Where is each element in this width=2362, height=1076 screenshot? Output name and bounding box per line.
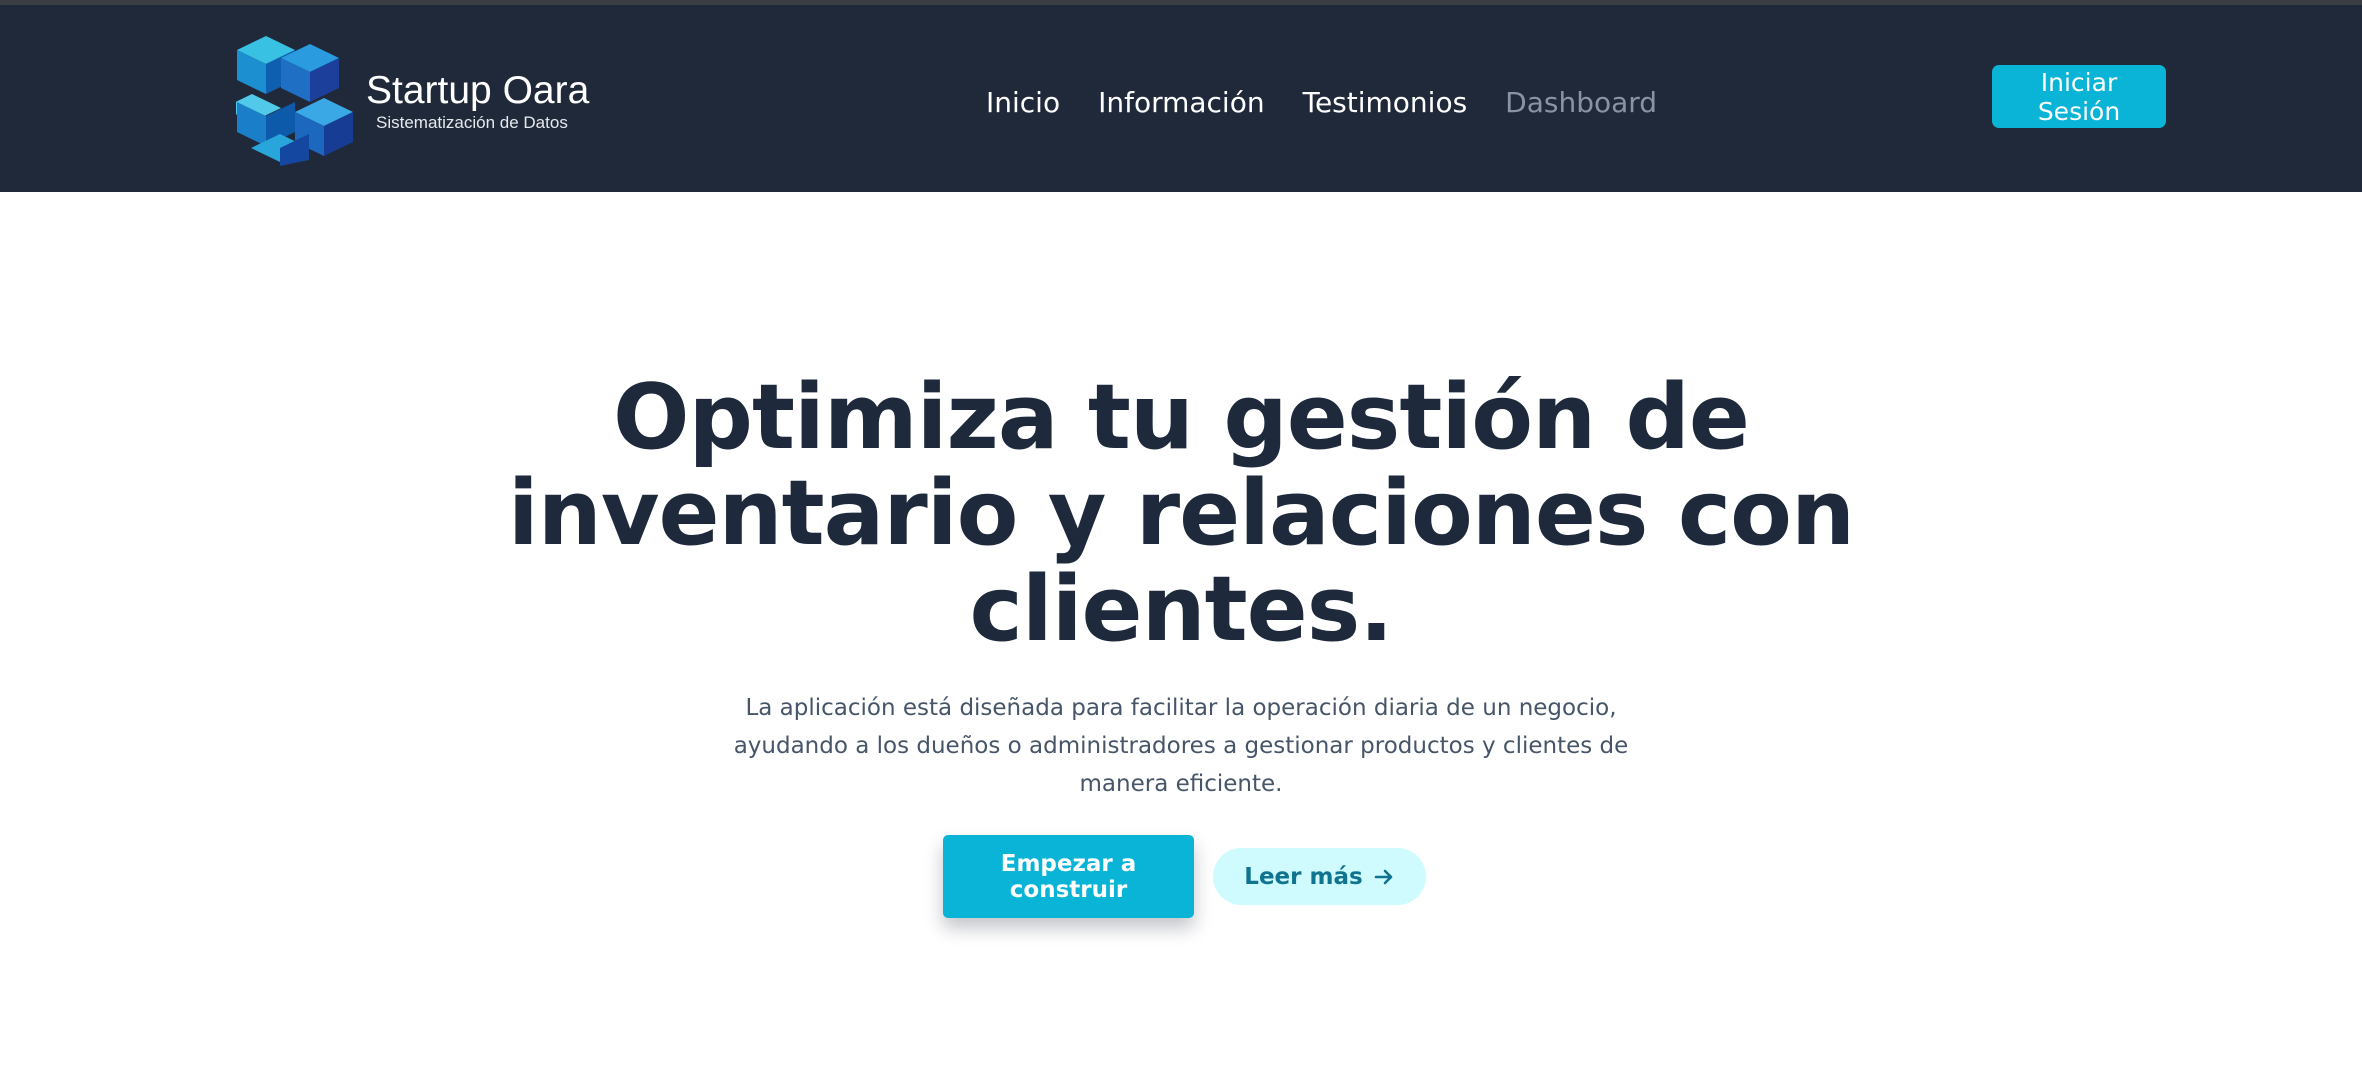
brand-logo-link[interactable]: Startup Oara Sistematización de Datos [236,33,589,169]
hero-title: Optimiza tu gestión de inventario y rela… [507,365,1855,662]
cta-group: Empezar a construir Leer más [943,835,1426,918]
cube-logo-icon [236,36,353,166]
login-button[interactable]: Iniciar Sesión [1992,65,2166,128]
brand-tagline: Sistematización de Datos [376,113,568,132]
read-more-button[interactable]: Leer más [1213,848,1426,905]
hero-section: Optimiza tu gestión de inventario y rela… [0,192,2362,1076]
main-nav: Inicio Información Testimonios Dashboard [986,85,1657,121]
arrow-right-icon [1374,869,1392,884]
nav-link-testimonios[interactable]: Testimonios [1303,85,1468,121]
start-building-button[interactable]: Empezar a construir [943,835,1194,918]
nav-link-inicio[interactable]: Inicio [986,85,1060,121]
nav-link-informacion[interactable]: Información [1098,85,1265,121]
brand-name: Startup Oara [366,69,590,112]
hero-description: La aplicación está diseñada para facilit… [733,695,1629,797]
read-more-label: Leer más [1244,863,1363,890]
nav-link-dashboard[interactable]: Dashboard [1505,85,1657,121]
navbar: Startup Oara Sistematización de Datos In… [0,5,2362,192]
